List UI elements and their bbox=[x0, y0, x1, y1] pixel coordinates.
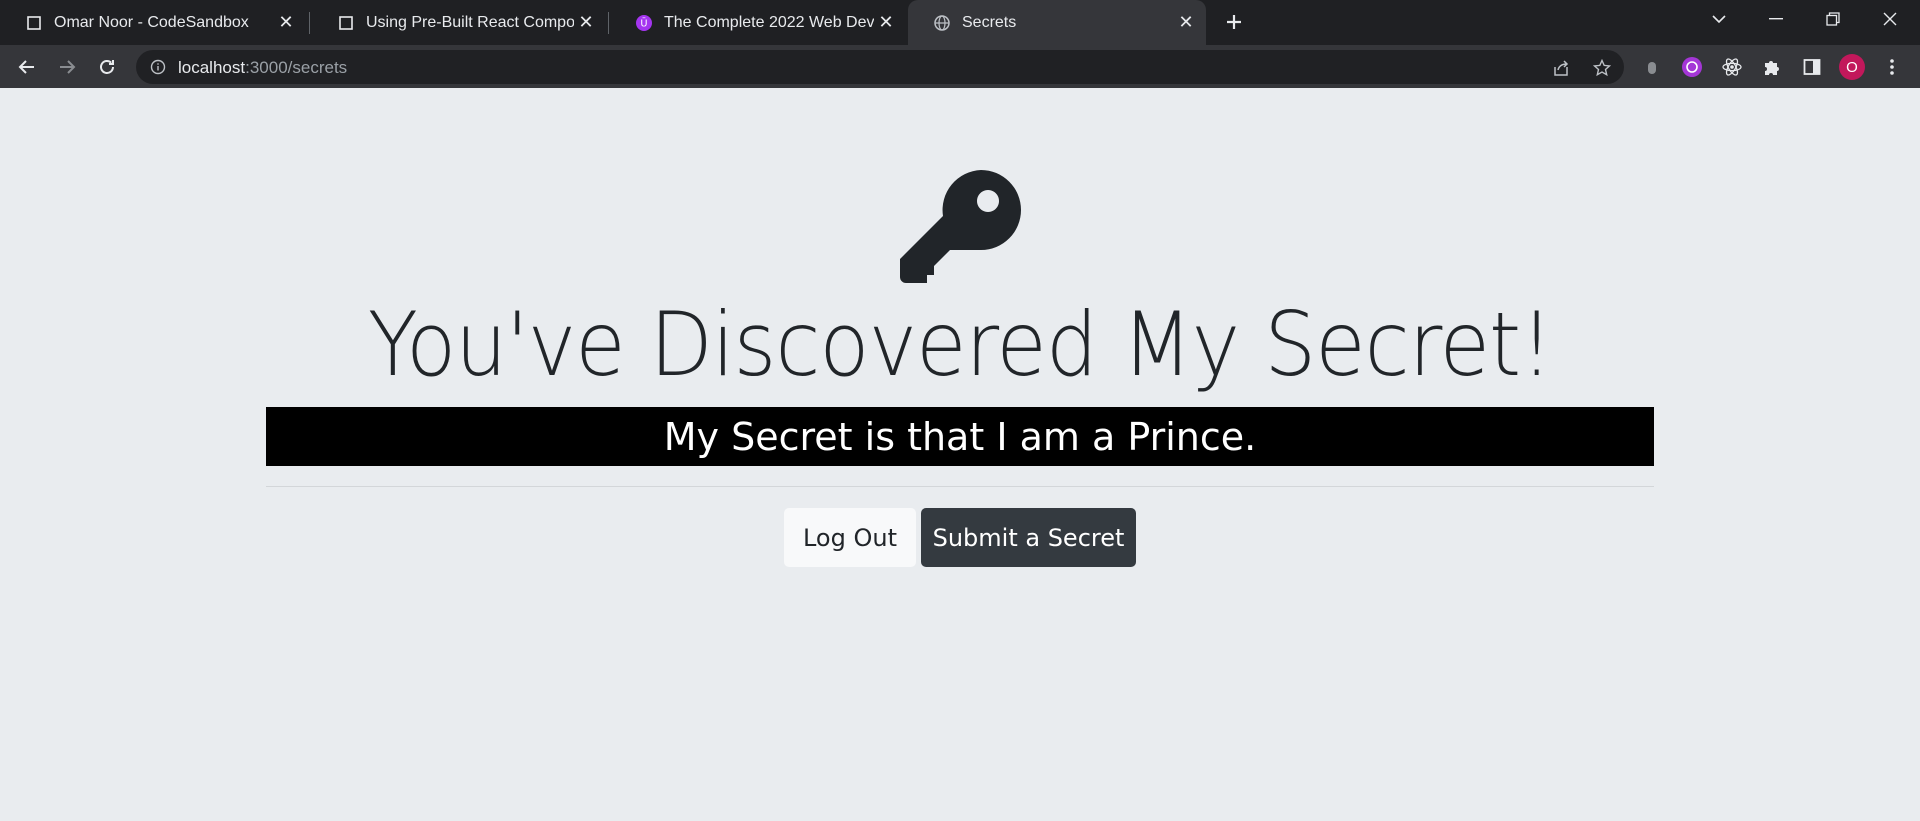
tab-strip: Omar Noor - CodeSandbox ✕ Using Pre-Buil… bbox=[0, 0, 1920, 45]
extensions-puzzle-icon[interactable] bbox=[1756, 51, 1788, 83]
close-icon[interactable]: ✕ bbox=[574, 11, 598, 35]
tab-search-chevron-icon[interactable] bbox=[1691, 0, 1747, 38]
page-body: You've Discovered My Secret! My Secret i… bbox=[0, 88, 1920, 821]
tab-title: Omar Noor - CodeSandbox bbox=[54, 13, 249, 31]
side-panel-icon[interactable] bbox=[1796, 51, 1828, 83]
back-arrow-icon[interactable] bbox=[11, 51, 43, 83]
tab-title: Using Pre-Built React Components bbox=[366, 13, 574, 31]
tab-secrets[interactable]: Secrets ✕ bbox=[908, 0, 1206, 45]
tab-udemy-course[interactable]: Ū The Complete 2022 Web Developer ✕ bbox=[610, 0, 906, 45]
url-path: :3000/secrets bbox=[245, 58, 348, 77]
share-icon[interactable] bbox=[1551, 58, 1571, 78]
submit-secret-button[interactable]: Submit a Secret bbox=[921, 508, 1136, 567]
secret-text: My Secret is that I am a Prince. bbox=[663, 414, 1257, 459]
udemy-favicon-icon: Ū bbox=[636, 14, 652, 31]
page-title: You've Discovered My Secret! bbox=[367, 293, 1553, 396]
site-info-icon[interactable] bbox=[150, 59, 166, 80]
forward-arrow-icon[interactable] bbox=[51, 51, 83, 83]
tab-title: The Complete 2022 Web Developer bbox=[664, 13, 874, 31]
tab-separator bbox=[608, 12, 609, 34]
codesandbox-favicon-icon bbox=[338, 15, 354, 31]
reload-icon[interactable] bbox=[91, 51, 123, 83]
close-icon[interactable]: ✕ bbox=[274, 11, 298, 35]
kebab-menu-icon[interactable] bbox=[1876, 51, 1908, 83]
extension-gray-icon[interactable] bbox=[1636, 51, 1668, 83]
tab-separator bbox=[309, 12, 310, 34]
new-tab-plus-icon[interactable] bbox=[1220, 8, 1248, 36]
globe-icon bbox=[934, 14, 950, 31]
url-host: localhost bbox=[178, 58, 246, 77]
tab-title: Secrets bbox=[962, 13, 1017, 31]
bookmark-star-icon[interactable] bbox=[1592, 58, 1612, 78]
divider bbox=[266, 486, 1654, 487]
restore-icon[interactable] bbox=[1805, 0, 1861, 38]
tab-react-components[interactable]: Using Pre-Built React Components ✕ bbox=[312, 0, 606, 45]
profile-initial: O bbox=[1839, 54, 1865, 80]
profile-avatar[interactable]: O bbox=[1836, 51, 1868, 83]
codesandbox-favicon-icon bbox=[26, 15, 42, 31]
svg-text:Ū: Ū bbox=[640, 16, 647, 29]
address-bar[interactable]: localhost:3000/secrets bbox=[136, 50, 1624, 84]
tab-codesandbox[interactable]: Omar Noor - CodeSandbox ✕ bbox=[0, 0, 306, 45]
minimize-icon[interactable] bbox=[1748, 0, 1804, 38]
extension-purple-icon[interactable] bbox=[1676, 51, 1708, 83]
secret-text-banner: My Secret is that I am a Prince. bbox=[266, 407, 1654, 466]
react-devtools-icon[interactable] bbox=[1716, 51, 1748, 83]
window-close-icon[interactable] bbox=[1862, 0, 1918, 38]
close-icon[interactable]: ✕ bbox=[874, 11, 898, 35]
logout-button[interactable]: Log Out bbox=[784, 508, 916, 567]
key-icon bbox=[900, 170, 1021, 283]
browser-toolbar: localhost:3000/secrets O bbox=[0, 45, 1920, 88]
url-text[interactable]: localhost:3000/secrets bbox=[178, 58, 347, 78]
close-icon[interactable]: ✕ bbox=[1174, 11, 1198, 35]
